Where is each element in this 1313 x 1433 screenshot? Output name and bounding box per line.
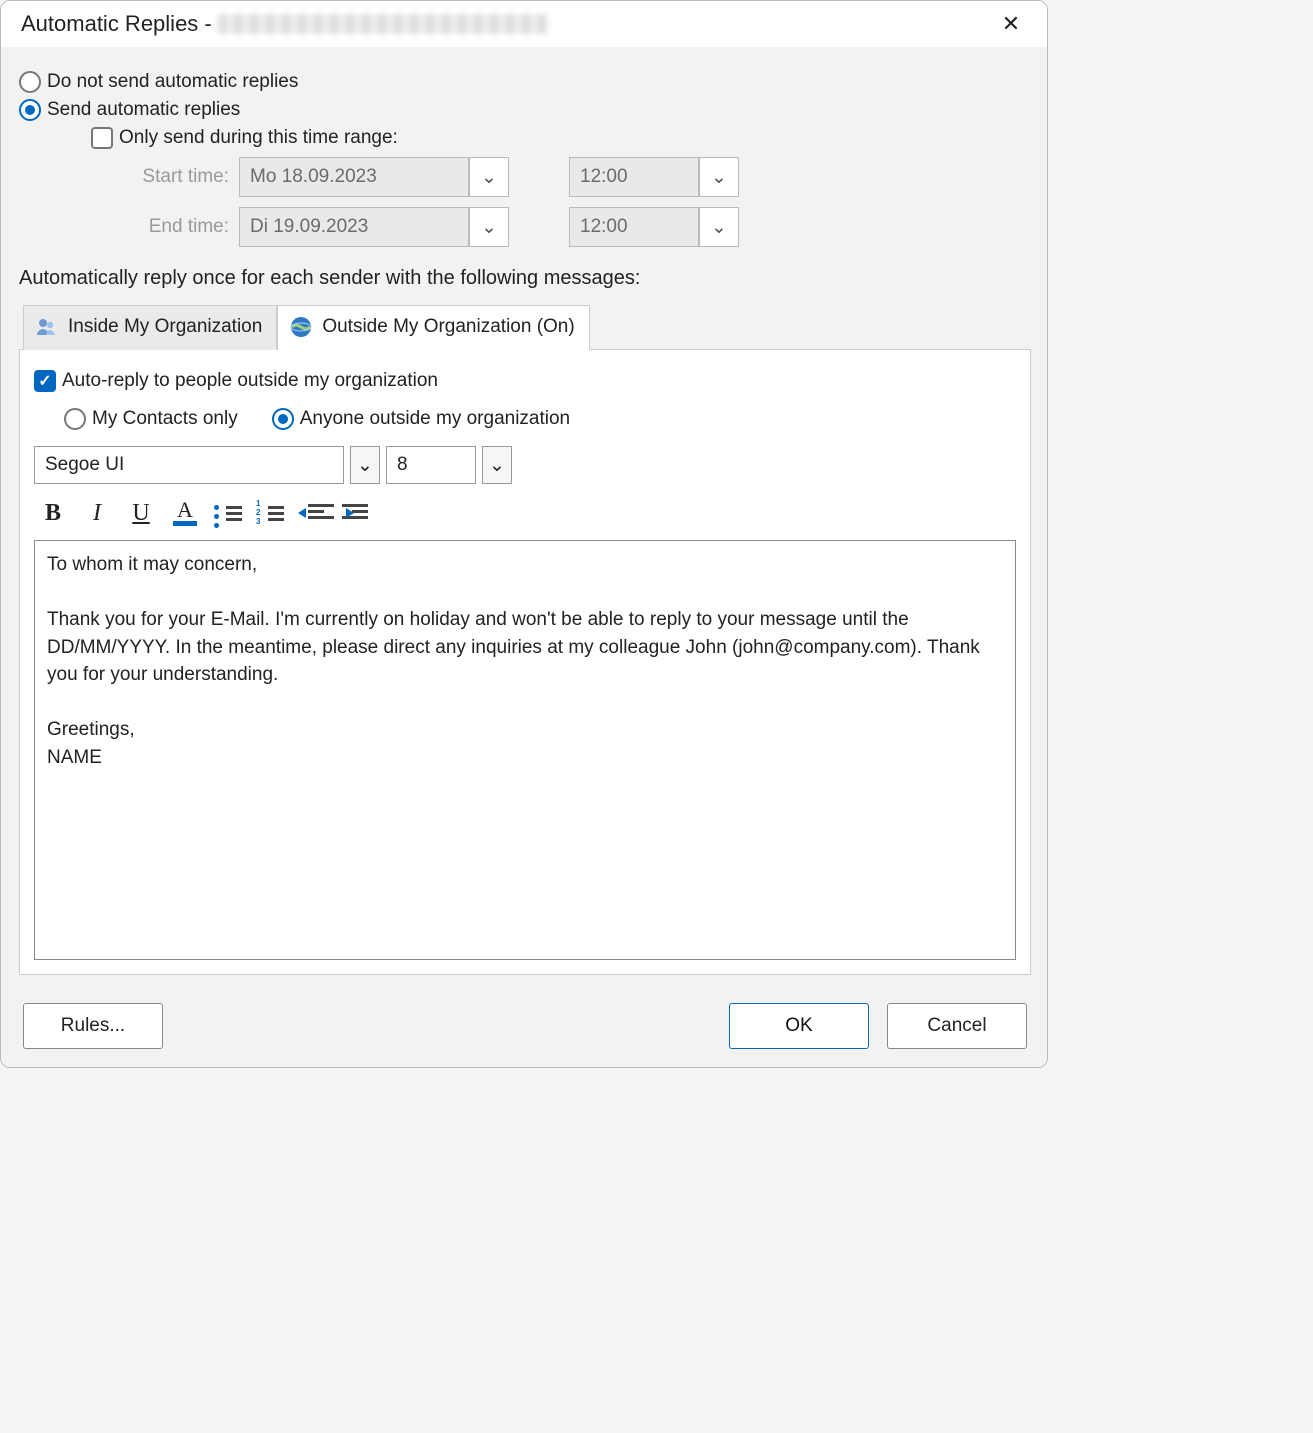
start-time-label: Start time:	[109, 166, 239, 188]
tabs: Inside My Organization Outside My Organi…	[19, 304, 1031, 349]
radio-icon	[64, 408, 86, 430]
window-title: Automatic Replies -	[21, 11, 212, 37]
option-label: Do not send automatic replies	[47, 71, 298, 93]
font-size-dropdown[interactable]: ⌄	[482, 446, 512, 484]
radio-icon	[19, 99, 41, 121]
rules-button[interactable]: Rules...	[23, 1003, 163, 1049]
tab-outside-org[interactable]: Outside My Organization (On)	[277, 305, 589, 350]
increase-indent-button[interactable]	[342, 501, 372, 525]
tab-label: Outside My Organization (On)	[322, 316, 574, 338]
end-date-dropdown[interactable]: ⌄	[469, 207, 509, 247]
close-icon: ✕	[1002, 11, 1020, 37]
close-button[interactable]: ✕	[991, 9, 1031, 39]
bold-button[interactable]: B	[38, 498, 68, 528]
bullets-icon	[214, 503, 219, 532]
option-label: My Contacts only	[92, 408, 238, 430]
time-range-grid: Start time: Mo 18.09.2023 ⌄ 12:00 ⌄ End …	[109, 157, 1031, 247]
checkbox-icon	[34, 370, 56, 392]
radio-icon	[272, 408, 294, 430]
chevron-down-icon: ⌄	[481, 216, 497, 239]
checkbox-label: Only send during this time range:	[119, 127, 398, 149]
start-time-dropdown[interactable]: ⌄	[699, 157, 739, 197]
scope-contacts-only[interactable]: My Contacts only	[64, 408, 238, 430]
numbers-icon: 123	[256, 499, 260, 526]
message-editor[interactable]: To whom it may concern, Thank you for yo…	[34, 540, 1016, 960]
checkbox-icon	[91, 127, 113, 149]
italic-button[interactable]: I	[82, 498, 112, 528]
font-family-dropdown[interactable]: ⌄	[350, 446, 380, 484]
option-send[interactable]: Send automatic replies	[19, 99, 1031, 121]
section-label: Automatically reply once for each sender…	[19, 267, 1031, 290]
arrow-left-icon	[298, 508, 306, 518]
font-color-button[interactable]: A	[170, 501, 200, 526]
scope-anyone-outside[interactable]: Anyone outside my organization	[272, 408, 570, 430]
auto-reply-outside-checkbox[interactable]: Auto-reply to people outside my organiza…	[34, 370, 1016, 392]
chevron-down-icon: ⌄	[711, 166, 727, 189]
end-time-dropdown[interactable]: ⌄	[699, 207, 739, 247]
tab-panel-outside: Auto-reply to people outside my organiza…	[19, 349, 1031, 975]
chevron-down-icon: ⌄	[357, 454, 373, 477]
font-family-select[interactable]: Segoe UI	[34, 446, 344, 484]
tab-inside-org[interactable]: Inside My Organization	[23, 305, 277, 350]
format-toolbar: B I U A 123	[38, 498, 1016, 528]
start-date-field[interactable]: Mo 18.09.2023	[239, 157, 469, 197]
end-date-field[interactable]: Di 19.09.2023	[239, 207, 469, 247]
start-time-field[interactable]: 12:00	[569, 157, 699, 197]
end-time-field[interactable]: 12:00	[569, 207, 699, 247]
start-date-dropdown[interactable]: ⌄	[469, 157, 509, 197]
people-icon	[34, 314, 60, 340]
ok-button[interactable]: OK	[729, 1003, 869, 1049]
globe-icon	[288, 314, 314, 340]
chevron-down-icon: ⌄	[489, 454, 505, 477]
account-name-redacted	[218, 14, 548, 34]
end-time-label: End time:	[109, 216, 239, 238]
arrow-right-icon	[346, 508, 354, 518]
tab-label: Inside My Organization	[68, 316, 262, 338]
chevron-down-icon: ⌄	[481, 166, 497, 189]
cancel-button[interactable]: Cancel	[887, 1003, 1027, 1049]
font-color-icon: A	[177, 501, 193, 519]
option-do-not-send[interactable]: Do not send automatic replies	[19, 71, 1031, 93]
font-size-select[interactable]: 8	[386, 446, 476, 484]
numbered-list-button[interactable]: 123	[256, 501, 284, 525]
underline-button[interactable]: U	[126, 498, 156, 528]
radio-icon	[19, 71, 41, 93]
titlebar: Automatic Replies - ✕	[1, 1, 1047, 47]
decrease-indent-button[interactable]	[298, 501, 328, 525]
bulleted-list-button[interactable]	[214, 501, 242, 525]
only-send-range-checkbox[interactable]: Only send during this time range:	[91, 127, 1031, 149]
automatic-replies-dialog: Automatic Replies - ✕ Do not send automa…	[0, 0, 1048, 1068]
checkbox-label: Auto-reply to people outside my organiza…	[62, 370, 438, 392]
chevron-down-icon: ⌄	[711, 216, 727, 239]
option-label: Send automatic replies	[47, 99, 240, 121]
option-label: Anyone outside my organization	[300, 408, 570, 430]
